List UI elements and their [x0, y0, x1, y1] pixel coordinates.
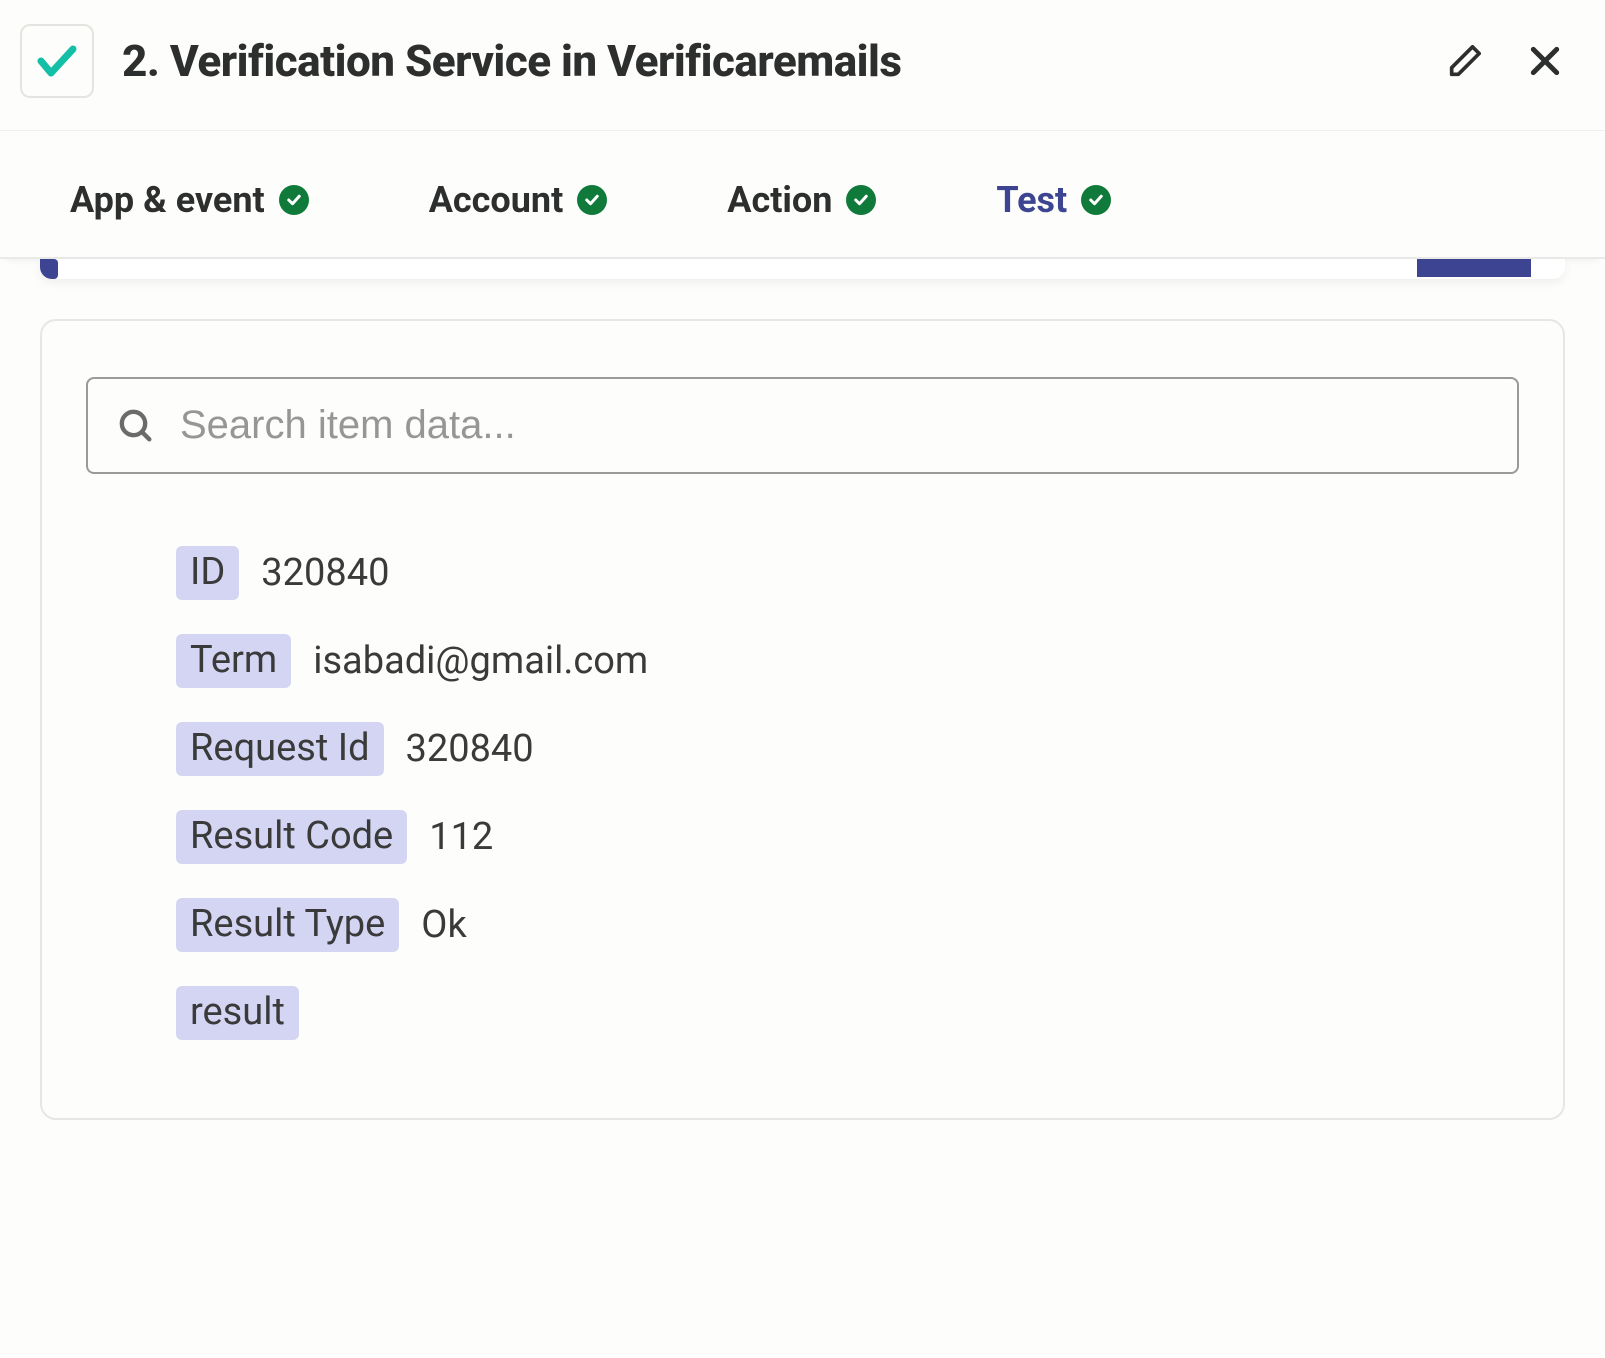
progress-strip [40, 259, 1565, 279]
check-icon [1087, 191, 1105, 209]
check-icon [583, 191, 601, 209]
test-result-card: ID 320840 Term isabadi@gmail.com Request… [40, 319, 1565, 1120]
field-row: ID 320840 [176, 546, 1519, 600]
field-value: 112 [429, 815, 493, 859]
tab-complete-badge [577, 185, 607, 215]
tab-account[interactable]: Account [429, 179, 608, 221]
checkmark-icon [33, 37, 81, 85]
field-key: Term [176, 634, 291, 688]
close-button[interactable] [1525, 41, 1565, 81]
tab-action[interactable]: Action [727, 179, 876, 221]
field-key: Result Code [176, 810, 407, 864]
field-key: Request Id [176, 722, 384, 776]
result-fields: ID 320840 Term isabadi@gmail.com Request… [86, 546, 1519, 1040]
field-row: Result Type Ok [176, 898, 1519, 952]
step-title: 2. Verification Service in Verificaremai… [122, 35, 1417, 87]
search-icon [116, 406, 156, 446]
field-row: result [176, 986, 1519, 1040]
field-key: ID [176, 546, 239, 600]
panel-header: 2. Verification Service in Verificaremai… [0, 0, 1605, 131]
header-actions [1445, 41, 1565, 81]
tab-label: Test [996, 179, 1067, 221]
step-tabs: App & event Account Action Test [0, 131, 1605, 259]
field-row: Request Id 320840 [176, 722, 1519, 776]
search-input[interactable] [180, 403, 1489, 448]
tab-label: App & event [70, 179, 265, 221]
field-row: Term isabadi@gmail.com [176, 634, 1519, 688]
field-value: 320840 [261, 551, 389, 595]
step-status-box [20, 24, 94, 98]
rename-button[interactable] [1445, 41, 1485, 81]
close-icon [1525, 41, 1565, 81]
field-value: 320840 [406, 727, 534, 771]
field-value: isabadi@gmail.com [313, 639, 648, 683]
tab-app-and-event[interactable]: App & event [70, 179, 309, 221]
check-icon [285, 191, 303, 209]
tab-complete-badge [1081, 185, 1111, 215]
field-value: Ok [421, 903, 466, 947]
check-icon [852, 191, 870, 209]
field-key: Result Type [176, 898, 399, 952]
tab-complete-badge [846, 185, 876, 215]
field-key: result [176, 986, 299, 1040]
field-row: Result Code 112 [176, 810, 1519, 864]
pencil-icon [1445, 41, 1485, 81]
tab-label: Action [727, 179, 832, 221]
tab-label: Account [429, 179, 564, 221]
tab-complete-badge [279, 185, 309, 215]
search-container[interactable] [86, 377, 1519, 474]
tab-test[interactable]: Test [996, 179, 1111, 221]
